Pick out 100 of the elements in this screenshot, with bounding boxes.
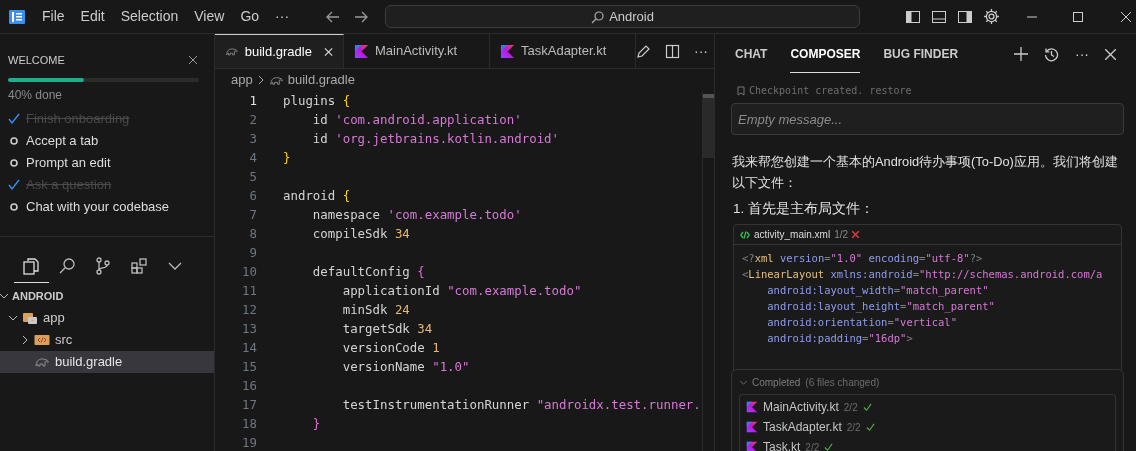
code-line: android:layout_width="match_parent" — [766, 283, 989, 299]
code-folder-icon — [34, 332, 50, 348]
code-line: versionCode 1 — [341, 339, 440, 357]
close-icon[interactable] — [1120, 10, 1133, 23]
kotlin-icon — [746, 401, 758, 413]
editor-tab[interactable]: build.gradle — [215, 34, 344, 68]
checklist-item[interactable]: Chat with your codebase — [26, 196, 170, 217]
code-line: } — [283, 149, 291, 167]
line-number: 15 — [241, 358, 257, 376]
bottom-panel-icon[interactable] — [931, 8, 948, 25]
search-icon[interactable] — [58, 257, 76, 275]
line-number: 11 — [241, 282, 257, 300]
pencil-icon[interactable] — [636, 43, 651, 59]
explorer-root[interactable]: ANDROID — [12, 287, 64, 305]
split-editor-icon[interactable] — [665, 43, 680, 59]
line-number: 7 — [248, 206, 257, 224]
menu-item[interactable]: View — [186, 6, 233, 27]
welcome-title: WELCOME — [8, 53, 65, 68]
code-line: plugins { — [283, 92, 351, 110]
completed-detail: (6 files changed) — [805, 375, 880, 390]
menu-item[interactable]: Go — [232, 6, 268, 27]
code-line: <?xml version="1.0" encoding="utf-8"?> — [742, 251, 983, 267]
line-number: 18 — [241, 415, 257, 433]
search-text: Android — [609, 7, 654, 26]
file-count: 2/2 — [843, 400, 858, 415]
line-number: 16 — [241, 377, 257, 395]
scrollbar-thumb[interactable] — [703, 94, 714, 158]
breadcrumb-item[interactable]: build.gradle — [287, 70, 355, 90]
chevron-right-icon[interactable] — [20, 335, 30, 345]
menu-item[interactable]: File — [34, 6, 73, 27]
menu-item[interactable]: ··· — [267, 6, 298, 27]
code-line: android:padding="16dp"> — [766, 331, 913, 347]
right-panel-icon[interactable] — [957, 8, 974, 25]
folder-icon — [22, 310, 38, 326]
chevron-down-icon[interactable] — [8, 313, 18, 323]
more-button[interactable]: ··· — [1075, 43, 1089, 65]
line-number: 13 — [241, 320, 257, 338]
more-button[interactable]: ··· — [694, 40, 708, 62]
line-number: 10 — [241, 263, 257, 281]
checklist-item[interactable]: Prompt an edit — [26, 152, 111, 173]
line-number: 19 — [241, 434, 257, 451]
menu-item[interactable]: Edit — [72, 6, 113, 27]
plus-icon[interactable] — [1014, 47, 1028, 61]
check-icon — [824, 442, 834, 451]
code-line: android { — [283, 187, 351, 205]
code-line: versionName "1.0" — [341, 358, 470, 376]
close-icon[interactable] — [1105, 48, 1116, 60]
kotlin-icon — [354, 43, 369, 59]
checklist-item[interactable]: Accept a tab — [26, 130, 99, 151]
completed-title[interactable]: Completed — [752, 374, 801, 390]
code-line: applicationId "com.example.todo" — [341, 282, 582, 300]
maximize-icon[interactable] — [1072, 10, 1085, 23]
code-line: targetSdk 34 — [341, 320, 433, 338]
app-logo-icon — [8, 7, 26, 26]
bookmark-icon — [737, 85, 745, 96]
line-number: 1 — [248, 92, 257, 110]
chevron-down-icon[interactable] — [0, 292, 8, 300]
message-input[interactable]: Empty message... — [731, 103, 1124, 135]
line-number: 12 — [241, 301, 257, 319]
history-icon[interactable] — [1044, 46, 1059, 62]
line-number: 9 — [248, 244, 257, 262]
kotlin-icon — [500, 43, 515, 59]
step-text: 1. 首先是主布局文件： — [733, 200, 875, 218]
kotlin-icon — [746, 421, 758, 433]
code-line: } — [311, 415, 321, 433]
settings-icon[interactable] — [983, 8, 1001, 25]
menu-item[interactable]: Selection — [112, 6, 187, 27]
code-line: id 'com.android.application' — [311, 111, 522, 129]
code-line: <LinearLayout xmlns:android="http://schemas.android.com/a — [742, 267, 1103, 283]
files-icon[interactable] — [22, 257, 40, 275]
kotlin-icon — [746, 441, 758, 451]
file-count: 1/2 — [834, 228, 849, 243]
line-number: 6 — [248, 187, 257, 205]
file-count: 2/2 — [805, 440, 820, 451]
file-name[interactable]: Task.kt — [763, 438, 801, 451]
search-field[interactable]: Android — [385, 5, 861, 28]
breadcrumb-item[interactable]: app — [231, 70, 253, 90]
line-number: 14 — [241, 339, 257, 357]
code-line: namespace 'com.example.todo' — [311, 206, 522, 224]
file-name[interactable]: MainActivity.kt — [763, 398, 839, 416]
tree-item[interactable]: src — [0, 329, 214, 351]
code-line: testInstrumentationRunner "androidx.test.runner. — [341, 396, 701, 414]
line-number: 3 — [248, 130, 257, 148]
code-line: defaultConfig { — [311, 263, 425, 281]
panel-tab[interactable]: BUG FINDER — [883, 35, 959, 73]
panel-tab[interactable]: CHAT — [735, 35, 768, 73]
tree-item[interactable]: app — [0, 307, 214, 329]
panel-tab[interactable]: COMPOSER — [790, 35, 861, 73]
search-icon — [591, 9, 606, 24]
file-count: 2/2 — [846, 420, 861, 435]
line-number: 8 — [248, 225, 257, 243]
checkpoint-note: Checkpoint created. restore — [749, 84, 912, 98]
chevron-right-icon — [256, 75, 265, 85]
tree-item[interactable]: build.gradle — [0, 351, 214, 373]
extensions-icon[interactable] — [130, 257, 148, 275]
file-name[interactable]: TaskAdapter.kt — [763, 418, 842, 436]
line-number: 17 — [241, 396, 257, 414]
left-panel-icon[interactable] — [905, 8, 922, 25]
source-control-icon[interactable] — [94, 257, 112, 275]
close-icon[interactable] — [189, 56, 197, 65]
